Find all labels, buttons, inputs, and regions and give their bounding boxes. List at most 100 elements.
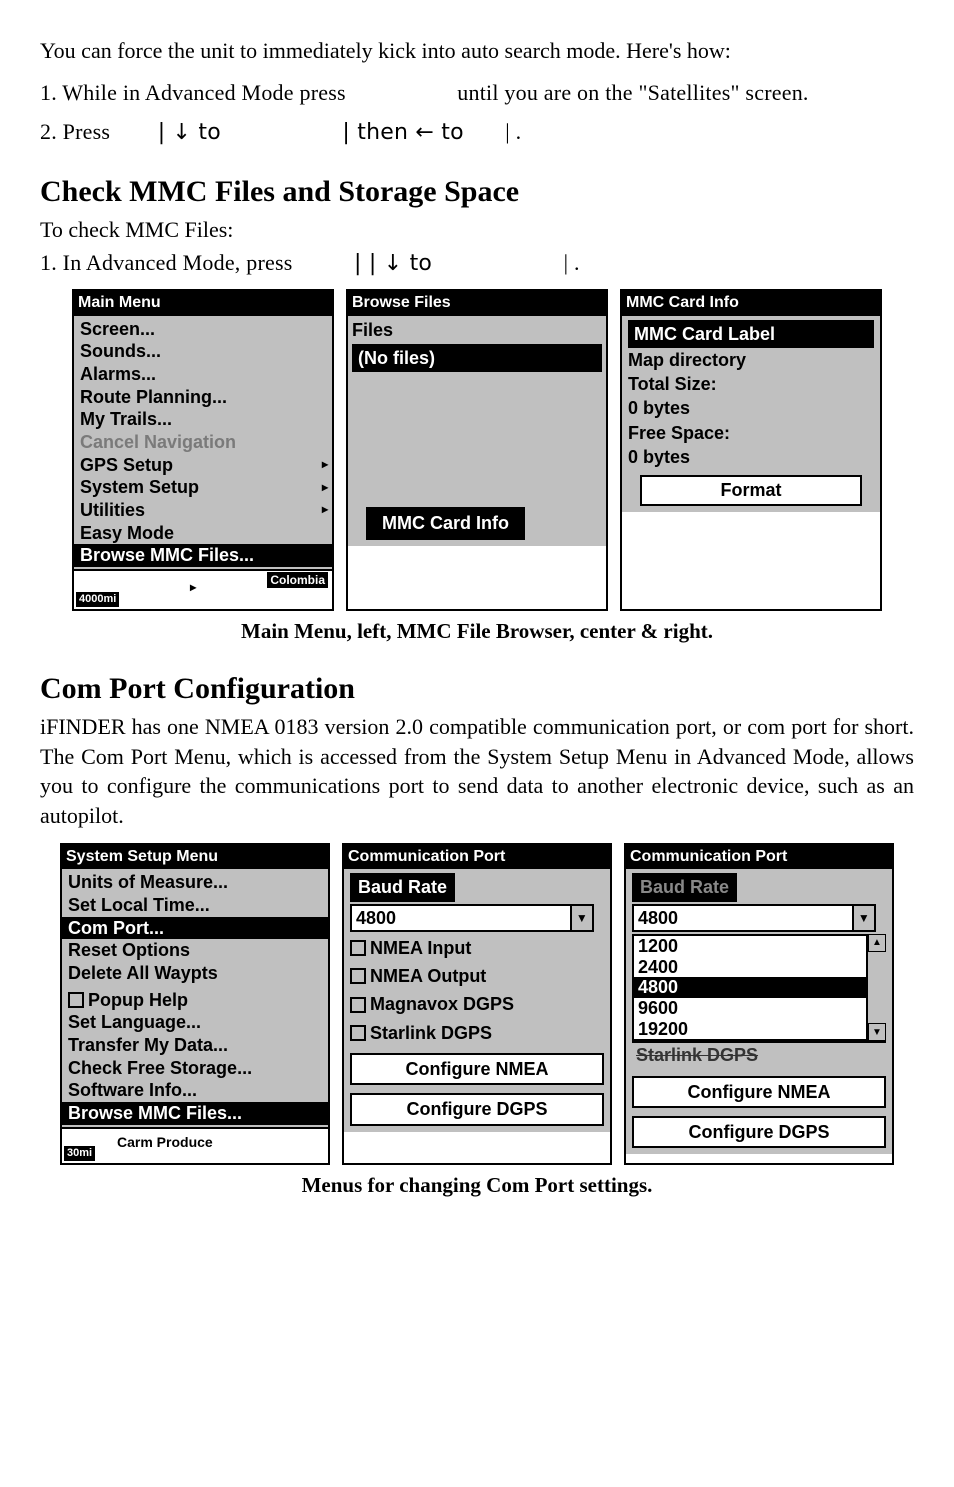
figure-1-caption: Main Menu, left, MMC File Browser, cente…	[40, 617, 914, 645]
figure-row-2: System Setup Menu Units of Measure... Se…	[40, 843, 914, 1165]
opt-magnavox-dgps[interactable]: Magnavox DGPS	[350, 992, 604, 1016]
mmc-free-space-label: Free Space:	[628, 421, 874, 445]
menu-item-check-storage[interactable]: Check Free Storage...	[62, 1057, 328, 1080]
menu-item-utilities[interactable]: Utilities▸	[74, 499, 332, 522]
map-preview: ▸ Colombia 4000mi	[74, 569, 332, 609]
map-scale-2: 30mi	[64, 1146, 95, 1161]
checkbox-icon	[350, 968, 366, 984]
baud-option-4800[interactable]: 4800	[634, 977, 874, 998]
baud-option-2400[interactable]: 2400	[634, 957, 874, 978]
menu-item-system-setup[interactable]: System Setup▸	[74, 476, 332, 499]
opt-nmea-input[interactable]: NMEA Input	[350, 936, 604, 960]
baud-rate-select[interactable]: 4800 ▼	[350, 904, 594, 932]
chevron-down-icon[interactable]: ▼	[852, 906, 874, 930]
format-button[interactable]: Format	[640, 475, 861, 505]
menu-item-gps-setup[interactable]: GPS Setup▸	[74, 454, 332, 477]
menu-item-cancel-navigation: Cancel Navigation	[74, 431, 332, 454]
chevron-right-icon: ▸	[322, 503, 328, 517]
mmc-step-1-mid: | | ↓ to	[354, 251, 432, 276]
cursor-icon: ▸	[190, 579, 196, 595]
mmc-card-info-button[interactable]: MMC Card Info	[366, 507, 525, 539]
chevron-down-icon[interactable]: ▼	[570, 906, 592, 930]
checkbox-icon	[68, 992, 84, 1008]
map-label-2: Carm Produce	[117, 1133, 213, 1152]
mmc-total-size-label: Total Size:	[628, 372, 874, 396]
configure-dgps-button[interactable]: Configure DGPS	[350, 1093, 604, 1125]
step-2-end: | .	[505, 119, 521, 144]
mmc-step-1-end: | .	[564, 250, 580, 275]
step-1-tail: until you are on the "Satellites" screen…	[457, 80, 808, 105]
heading-com-port: Com Port Configuration	[40, 669, 914, 710]
main-menu-title: Main Menu	[74, 291, 332, 316]
menu-item-set-language[interactable]: Set Language...	[62, 1011, 328, 1034]
map-preview-2: Carm Produce 30mi	[62, 1127, 328, 1163]
menu-item-delete-waypts[interactable]: Delete All Waypts	[62, 962, 328, 985]
step-2: 2. Press | ↓ to | then ← to | .	[40, 117, 914, 148]
com-port-panel-closed: Communication Port Baud Rate 4800 ▼ NMEA…	[342, 843, 612, 1165]
configure-dgps-button-2[interactable]: Configure DGPS	[632, 1116, 886, 1148]
mmc-card-info-panel: MMC Card Info MMC Card Label Map directo…	[620, 289, 882, 611]
baud-rate-select-open[interactable]: 4800 ▼	[632, 904, 876, 932]
menu-item-sounds[interactable]: Sounds...	[74, 340, 332, 363]
map-label: Colombia	[267, 572, 328, 588]
baud-rate-label: Baud Rate	[350, 873, 455, 901]
menu-item-transfer-data[interactable]: Transfer My Data...	[62, 1034, 328, 1057]
baud-option-1200[interactable]: 1200	[634, 936, 874, 957]
file-none[interactable]: (No files)	[352, 344, 602, 372]
menu-item-com-port[interactable]: Com Port...	[62, 917, 328, 940]
mmc-intro: To check MMC Files:	[40, 215, 914, 245]
menu-item-alarms[interactable]: Alarms...	[74, 363, 332, 386]
figure-2-caption: Menus for changing Com Port settings.	[40, 1171, 914, 1199]
listbox-scrollbar[interactable]: ▲ ▼	[866, 934, 886, 1041]
baud-option-19200[interactable]: 19200	[634, 1019, 874, 1040]
menu-item-browse-mmc-2[interactable]: Browse MMC Files...	[62, 1102, 328, 1125]
baud-rate-listbox[interactable]: 1200 2400 4800 9600 19200 ▲ ▼	[632, 934, 876, 1041]
browse-files-header: Files	[352, 318, 602, 342]
step-2-press: 2. Press	[40, 119, 110, 144]
scroll-down-icon[interactable]: ▼	[868, 1023, 886, 1041]
menu-item-reset-options[interactable]: Reset Options	[62, 939, 328, 962]
menu-item-route-planning[interactable]: Route Planning...	[74, 386, 332, 409]
chevron-right-icon: ▸	[322, 458, 328, 472]
com-port-panel-open: Communication Port Baud Rate 4800 ▼ 1200…	[624, 843, 894, 1165]
browse-files-title: Browse Files	[348, 291, 606, 316]
map-scale: 4000mi	[76, 592, 119, 607]
step-1-prefix: 1. While in Advanced Mode press	[40, 80, 346, 105]
partial-covered-option: Starlink DGPS	[632, 1041, 886, 1067]
menu-item-my-trails[interactable]: My Trails...	[74, 408, 332, 431]
menu-item-set-local-time[interactable]: Set Local Time...	[62, 894, 328, 917]
step-2-then: | then ← to	[342, 120, 463, 145]
com-port-paragraph: iFINDER has one NMEA 0183 version 2.0 co…	[40, 712, 914, 831]
opt-nmea-output[interactable]: NMEA Output	[350, 964, 604, 988]
intro-paragraph: You can force the unit to immediately ki…	[40, 36, 914, 66]
checkbox-icon	[350, 940, 366, 956]
mmc-step-1: 1. In Advanced Mode, press | | ↓ to | .	[40, 248, 914, 279]
configure-nmea-button-2[interactable]: Configure NMEA	[632, 1076, 886, 1108]
baud-option-9600[interactable]: 9600	[634, 998, 874, 1019]
configure-nmea-button[interactable]: Configure NMEA	[350, 1053, 604, 1085]
menu-item-screen[interactable]: Screen...	[74, 318, 332, 341]
com-port-title-1: Communication Port	[344, 845, 610, 870]
baud-rate-value-open: 4800	[634, 906, 852, 930]
baud-rate-value: 4800	[352, 906, 570, 930]
mmc-card-label-field[interactable]: MMC Card Label	[628, 320, 874, 348]
checkbox-icon	[350, 1025, 366, 1041]
system-setup-panel: System Setup Menu Units of Measure... Se…	[60, 843, 330, 1165]
step-2-to1: | ↓ to	[158, 120, 221, 145]
opt-starlink-dgps[interactable]: Starlink DGPS	[350, 1021, 604, 1045]
menu-item-units[interactable]: Units of Measure...	[62, 871, 328, 894]
checkbox-icon	[350, 997, 366, 1013]
figure-row-1: Main Menu Screen... Sounds... Alarms... …	[40, 289, 914, 611]
baud-rate-label-disabled: Baud Rate	[632, 873, 737, 901]
menu-item-software-info[interactable]: Software Info...	[62, 1079, 328, 1102]
step-1: 1. While in Advanced Mode press until yo…	[40, 78, 914, 108]
system-setup-title: System Setup Menu	[62, 845, 328, 870]
scroll-up-icon[interactable]: ▲	[868, 934, 886, 952]
com-port-title-2: Communication Port	[626, 845, 892, 870]
heading-check-mmc: Check MMC Files and Storage Space	[40, 172, 914, 213]
mmc-directory: Map directory	[628, 348, 874, 372]
main-menu-panel: Main Menu Screen... Sounds... Alarms... …	[72, 289, 334, 611]
menu-item-browse-mmc[interactable]: Browse MMC Files...	[74, 544, 332, 567]
menu-item-easy-mode[interactable]: Easy Mode	[74, 522, 332, 545]
menu-item-popup-help[interactable]: Popup Help	[62, 989, 328, 1012]
